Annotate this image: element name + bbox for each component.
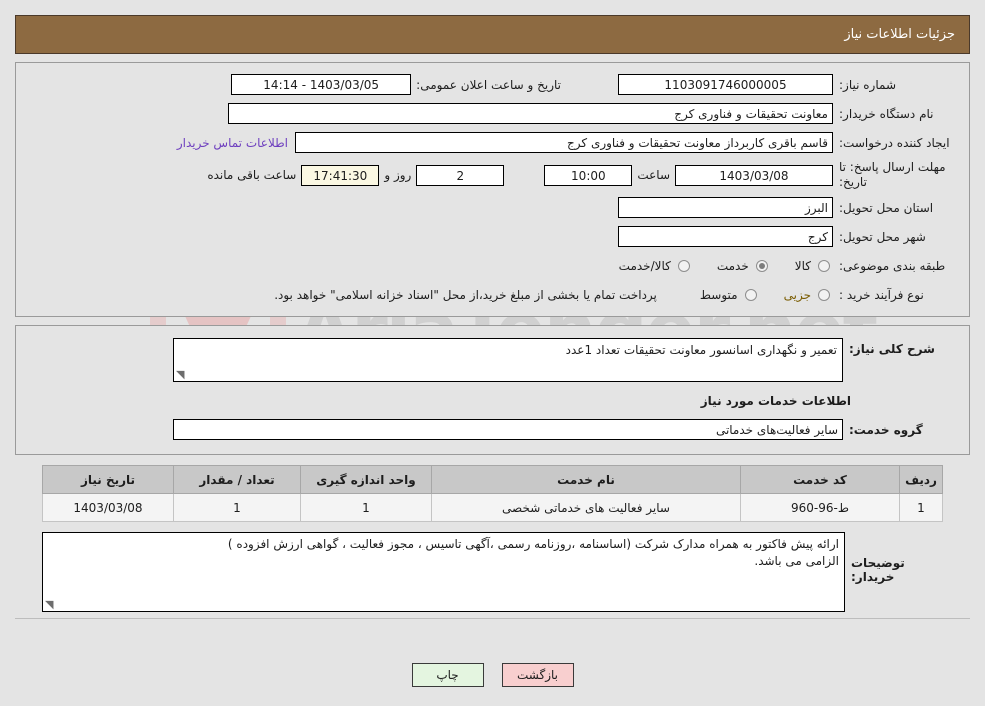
need-info-panel: شماره نیاز: 1103091746000005 تاریخ و ساع… xyxy=(15,62,970,317)
page-title: جزئیات اطلاعات نیاز xyxy=(844,27,955,42)
buyer-org-field[interactable]: معاونت تحقیقات و فناوری کرج xyxy=(228,103,833,124)
table-row[interactable]: 1 ط-96-960 سایر فعالیت های خدماتی شخصی 1… xyxy=(42,493,943,522)
radio-icon[interactable] xyxy=(755,259,768,272)
row-purchase-process: نوع فرآیند خرید : جزیی متوسط پرداخت تمام… xyxy=(26,283,959,306)
city-label: شهر محل تحویل: xyxy=(839,229,926,244)
need-summary-text: تعمیر و نگهداری اسانسور معاونت تحقیقات ت… xyxy=(565,343,837,357)
cell-unit: 1 xyxy=(300,493,432,522)
cell-code: ط-96-960 xyxy=(740,493,900,522)
services-table: ردیف کد خدمت نام خدمت واحد اندازه گیری ت… xyxy=(42,465,943,522)
process-option-label: جزیی xyxy=(783,287,811,302)
cell-name: سایر فعالیت های خدماتی شخصی xyxy=(431,493,741,522)
footer-divider xyxy=(15,618,970,619)
deadline-hour-field[interactable]: 10:00 xyxy=(544,164,633,186)
resize-grip-icon[interactable]: ◤ xyxy=(45,598,55,611)
public-announce-label: تاریخ و ساعت اعلان عمومی: xyxy=(416,77,561,92)
row-requester: ایجاد کننده درخواست: قاسم باقری کاربرداز… xyxy=(26,131,959,154)
buyer-notes-line-2: الزامی می باشد. xyxy=(754,554,839,568)
buyer-notes-line-1: ارائه پیش فاکتور به همراه مدارک شرکت (اس… xyxy=(227,537,839,551)
radio-icon[interactable] xyxy=(677,259,690,272)
countdown-field[interactable]: 17:41:30 xyxy=(301,164,380,186)
service-group-label: گروه خدمت: xyxy=(849,422,923,437)
countdown-label: ساعت باقی مانده xyxy=(207,168,297,182)
remaining-days-label: روز و xyxy=(384,168,412,182)
services-section-title: اطلاعات خدمات مورد نیاز xyxy=(700,394,851,408)
cell-date: 1403/03/08 xyxy=(42,493,174,522)
process-option-label: متوسط xyxy=(699,287,738,302)
public-announce-field[interactable]: 1403/03/05 - 14:14 xyxy=(231,74,412,95)
deadline-hour-label: ساعت xyxy=(637,168,670,182)
need-number-label: شماره نیاز: xyxy=(839,77,896,92)
city-field[interactable]: کرج xyxy=(618,226,833,247)
row-need-number: شماره نیاز: 1103091746000005 تاریخ و ساع… xyxy=(26,73,959,96)
need-summary-textarea[interactable]: تعمیر و نگهداری اسانسور معاونت تحقیقات ت… xyxy=(173,338,843,382)
deadline-label: مهلت ارسال پاسخ: تا تاریخ: xyxy=(839,160,946,189)
process-option-jozei[interactable]: جزیی xyxy=(784,288,833,302)
print-button[interactable]: چاپ xyxy=(411,663,484,687)
services-table-wrap: ردیف کد خدمت نام خدمت واحد اندازه گیری ت… xyxy=(42,465,943,522)
category-option-kala-khedmat[interactable]: کالا/خدمت xyxy=(619,259,693,273)
remaining-days-field[interactable]: 2 xyxy=(416,164,505,186)
radio-icon[interactable] xyxy=(744,288,757,301)
row-buyer-org: نام دستگاه خریدار: معاونت تحقیقات و فناو… xyxy=(26,102,959,125)
row-service-group: گروه خدمت: سایر فعالیت‌های خدماتی xyxy=(26,418,959,441)
col-date: تاریخ نیاز xyxy=(42,465,174,494)
category-label: طبقه بندی موضوعی: xyxy=(839,258,946,273)
row-city: شهر محل تحویل: کرج xyxy=(26,225,959,248)
col-unit: واحد اندازه گیری xyxy=(300,465,432,494)
buyer-notes-textarea[interactable]: ارائه پیش فاکتور به همراه مدارک شرکت (اس… xyxy=(42,532,845,612)
purchase-process-label: نوع فرآیند خرید : xyxy=(839,287,924,302)
col-quantity: تعداد / مقدار xyxy=(173,465,301,494)
category-option-label: کالا/خدمت xyxy=(618,258,671,273)
buyer-org-label: نام دستگاه خریدار: xyxy=(839,106,934,121)
process-option-motevaset[interactable]: متوسط xyxy=(700,288,760,302)
col-code: کد خدمت xyxy=(740,465,900,494)
radio-icon[interactable] xyxy=(818,288,830,301)
cell-index: 1 xyxy=(899,493,943,522)
resize-grip-icon[interactable]: ◤ xyxy=(176,368,186,381)
service-group-field[interactable]: سایر فعالیت‌های خدماتی xyxy=(173,419,843,440)
need-number-field[interactable]: 1103091746000005 xyxy=(618,74,833,95)
row-category: طبقه بندی موضوعی: کالا خدمت کالا/خدمت xyxy=(26,254,959,277)
buyer-notes-label: توضیحات خریدار: xyxy=(851,556,905,584)
province-label: استان محل تحویل: xyxy=(839,200,934,215)
purchase-process-note: پرداخت تمام یا بخشی از مبلغ خرید،از محل … xyxy=(274,287,657,302)
deadline-date-field[interactable]: 1403/03/08 xyxy=(675,164,833,186)
back-button[interactable]: بازگشت xyxy=(501,663,574,687)
row-province: استان محل تحویل: البرز xyxy=(26,196,959,219)
need-description-panel: شرح کلی نیاز: تعمیر و نگهداری اسانسور مع… xyxy=(15,325,970,455)
radio-icon[interactable] xyxy=(818,259,830,272)
row-need-summary: شرح کلی نیاز: تعمیر و نگهداری اسانسور مع… xyxy=(26,338,959,382)
page-header: جزئیات اطلاعات نیاز xyxy=(15,15,970,54)
category-option-kala[interactable]: کالا xyxy=(795,259,833,273)
requester-label: ایجاد کننده درخواست: xyxy=(839,135,950,150)
need-summary-label: شرح کلی نیاز: xyxy=(849,342,935,356)
table-header-row: ردیف کد خدمت نام خدمت واحد اندازه گیری ت… xyxy=(42,465,943,494)
buyer-contact-link[interactable]: اطلاعات تماس خریدار xyxy=(170,136,295,150)
requester-field[interactable]: قاسم باقری کاربرداز معاونت تحقیقات و فنا… xyxy=(295,132,833,153)
category-option-label: خدمت xyxy=(716,258,749,273)
col-name: نام خدمت xyxy=(431,465,741,494)
category-option-label: کالا xyxy=(794,258,811,273)
cell-quantity: 1 xyxy=(173,493,301,522)
footer-actions: بازگشت چاپ xyxy=(0,663,985,687)
row-buyer-notes: توضیحات خریدار: ارائه پیش فاکتور به همرا… xyxy=(42,532,943,612)
col-index: ردیف xyxy=(899,465,943,494)
category-option-khedmat[interactable]: خدمت xyxy=(717,259,771,273)
row-deadline: مهلت ارسال پاسخ: تا تاریخ: 1403/03/08 سا… xyxy=(26,160,959,190)
province-field[interactable]: البرز xyxy=(618,197,833,218)
